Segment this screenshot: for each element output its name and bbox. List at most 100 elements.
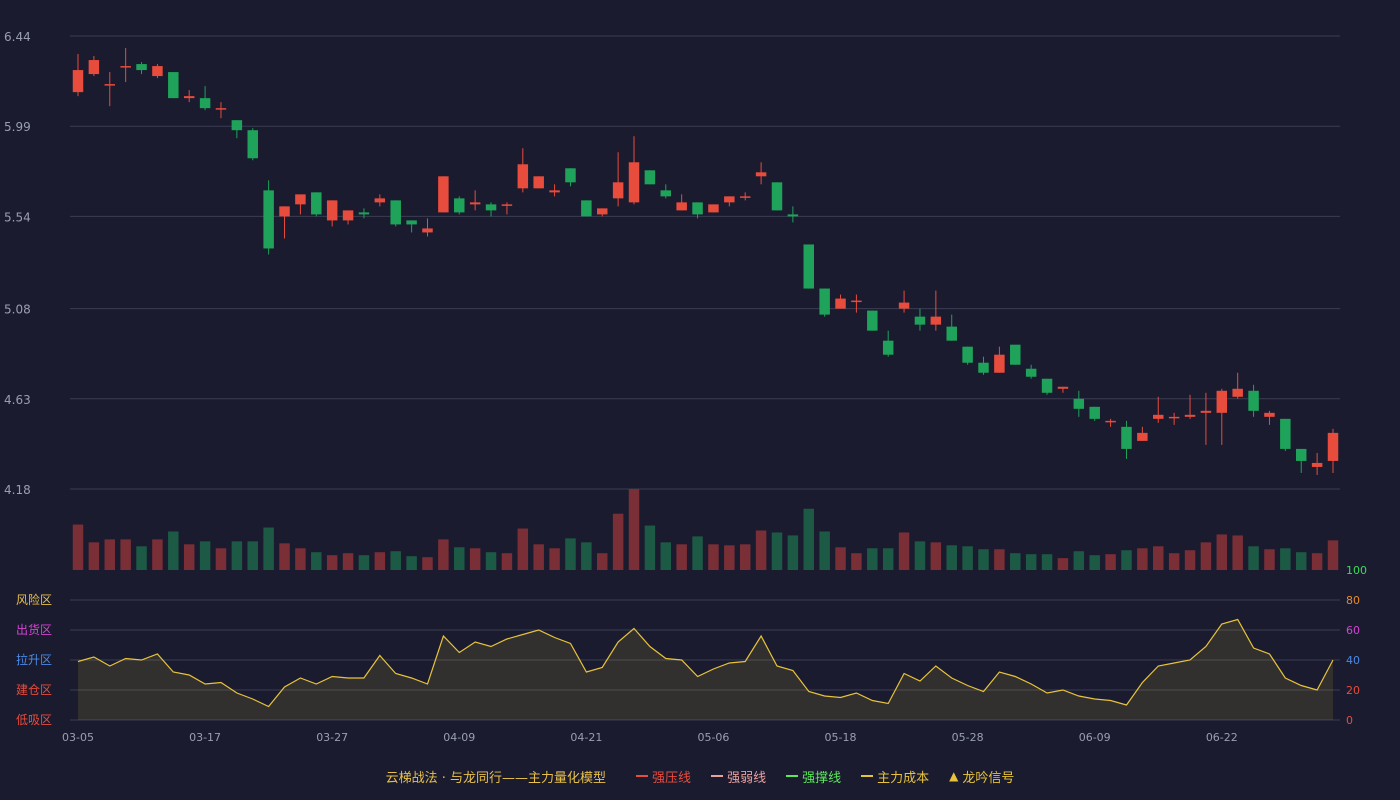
volume-bar: [469, 548, 481, 570]
price-tick-label: 5.54: [4, 210, 31, 224]
x-tick-label: 03-27: [316, 731, 348, 744]
candle-body: [263, 190, 274, 249]
volume-bar: [676, 544, 687, 570]
candle-body: [1327, 432, 1339, 461]
volume-bar: [787, 535, 799, 570]
candle-body: [612, 182, 624, 199]
volume-bar: [1010, 553, 1021, 570]
candle-body: [771, 182, 783, 211]
volume-bar: [962, 546, 973, 570]
candle-body: [835, 298, 846, 309]
candle-body: [88, 60, 100, 75]
candle-body: [72, 70, 84, 93]
candle-body: [469, 202, 481, 205]
volume-bar: [708, 544, 719, 570]
candle-body: [549, 190, 560, 193]
volume-bar: [739, 544, 751, 570]
candle-body: [136, 64, 147, 71]
candle-body: [1264, 412, 1275, 417]
volume-bar: [183, 544, 195, 570]
legend-item-strong-resistance[interactable]: 强压线: [636, 767, 691, 786]
x-tick-label: 05-18: [825, 731, 857, 744]
candle-body: [724, 196, 735, 203]
candle-body: [596, 208, 608, 215]
candle-body: [438, 176, 449, 213]
volume-bar: [803, 508, 815, 570]
candle-body: [565, 168, 576, 183]
candle-body: [247, 130, 258, 159]
candle-body: [628, 162, 640, 203]
candle-body: [104, 84, 116, 86]
indicator-tick-label: 20: [1346, 684, 1360, 697]
volume-bar: [771, 532, 783, 570]
zone-label: 建仓区: [16, 683, 52, 697]
candle-body: [1311, 462, 1323, 467]
candle-body: [374, 198, 386, 203]
candle-body: [867, 310, 878, 331]
volume-bar: [660, 542, 672, 570]
candle-body: [422, 228, 433, 233]
volume-bar: [1153, 546, 1164, 570]
x-tick-label: 03-17: [189, 731, 221, 744]
legend-item-strong-support[interactable]: 强撑线: [786, 767, 841, 786]
legend-item-strength-line[interactable]: 强弱线: [711, 767, 766, 786]
volume-bar: [1057, 558, 1069, 570]
legend-dashed-line-icon: [711, 775, 724, 777]
volume-bar: [136, 546, 147, 570]
candle-body: [962, 346, 973, 363]
zone-label: 风险区: [16, 592, 52, 607]
candle-body: [120, 66, 131, 68]
volume-bar: [1137, 548, 1148, 570]
volume-bar: [72, 524, 84, 570]
volume-bar: [279, 543, 290, 570]
x-tick-label: 03-05: [62, 731, 94, 744]
candle-body: [644, 170, 656, 185]
candle-body: [819, 288, 830, 315]
legend-item-dragon-signal[interactable]: ▲ 龙吟信号: [949, 767, 1014, 786]
candle-body: [454, 198, 465, 213]
candle-body: [1137, 432, 1148, 441]
volume-bar: [851, 553, 862, 570]
candle-body: [517, 164, 529, 189]
triangle-icon: ▲: [949, 769, 959, 783]
volume-bar: [692, 536, 703, 570]
legend-label: 强弱线: [727, 770, 767, 786]
zone-label: 低吸区: [16, 713, 52, 727]
volume-bar: [898, 532, 910, 570]
candle-body: [295, 194, 306, 205]
price-tick-label: 5.99: [4, 120, 31, 134]
volume-bar: [1200, 542, 1212, 570]
legend-label: 龙吟信号: [962, 770, 1015, 786]
volume-bars: [72, 489, 1339, 570]
legend-item-main-cost[interactable]: 主力成本: [861, 767, 929, 786]
candle-body: [994, 354, 1005, 373]
volume-bar: [215, 548, 227, 570]
volume-bar: [1232, 535, 1243, 570]
volume-bar: [1121, 550, 1132, 570]
candle-body: [739, 196, 751, 198]
candle-body: [501, 204, 513, 206]
volume-bar: [549, 548, 560, 570]
volume-bar: [1073, 551, 1085, 570]
volume-bar: [1089, 555, 1100, 570]
volume-bar: [867, 548, 878, 570]
candle-body: [1232, 388, 1243, 397]
candle-body: [485, 204, 497, 211]
x-tick-label: 06-09: [1079, 731, 1111, 744]
legend: 云梯战法 · 与龙同行——主力量化模型 强压线 强弱线 强撑线 主力成本 ▲ 龙…: [0, 764, 1400, 788]
volume-bar: [358, 555, 370, 570]
legend-dashed-line-icon: [861, 775, 874, 777]
volume-bar: [438, 539, 449, 570]
volume-bar: [1184, 550, 1196, 570]
volume-bar: [533, 544, 544, 570]
volume-bar: [914, 541, 926, 570]
volume-bar: [454, 547, 465, 570]
candle-body: [581, 200, 592, 217]
volume-bar: [247, 541, 258, 570]
candle-body: [215, 108, 227, 110]
indicator-tick-label: 40: [1346, 654, 1360, 667]
volume-bar: [1216, 534, 1228, 570]
volume-bar: [628, 489, 640, 570]
volume-bar: [930, 542, 942, 570]
candle-body: [342, 210, 354, 221]
